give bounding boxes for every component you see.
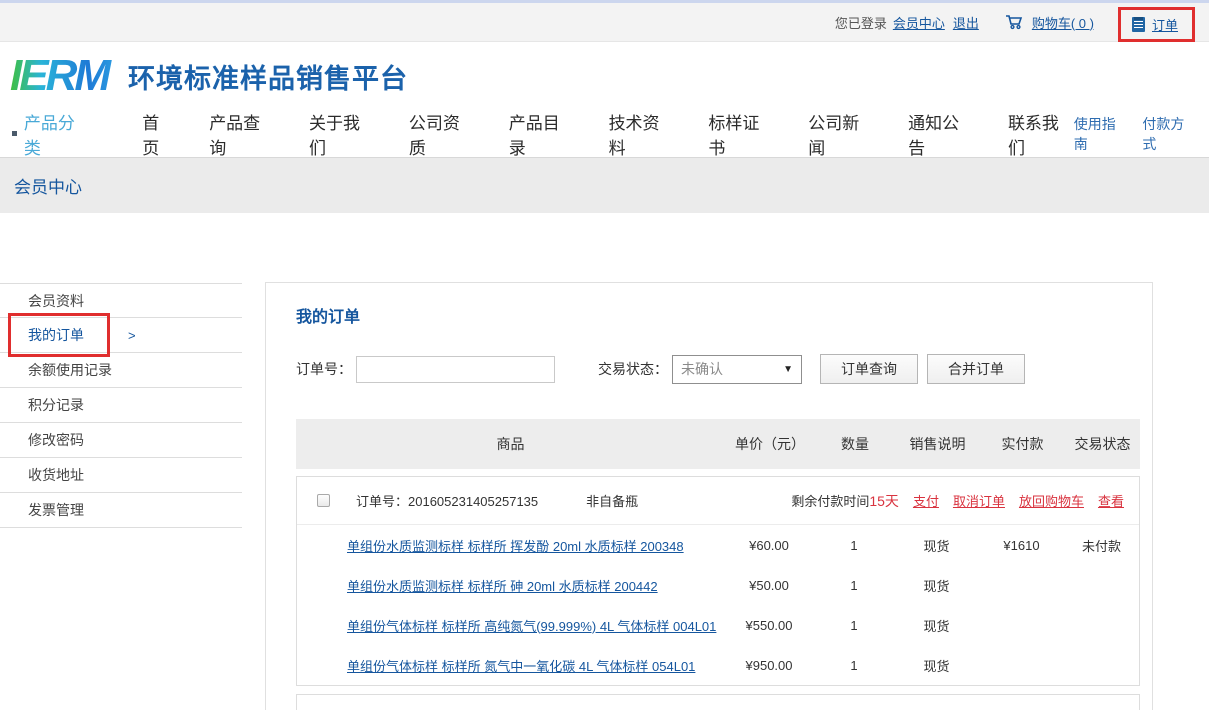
orders-highlight-box: 订单 — [1118, 7, 1195, 42]
product-link[interactable]: 单组份水质监测标样 标样所 砷 20ml 水质标样 200442 — [347, 579, 658, 594]
utility-bar: 您已登录 会员中心 退出 购物车( 0 ) 订单 — [0, 3, 1209, 42]
view-order-link[interactable]: 查看 — [1098, 491, 1124, 510]
site-logo[interactable]: IERM — [10, 54, 114, 98]
order-table-header: 商品 单价（元） 数量 销售说明 实付款 交易状态 — [296, 419, 1140, 469]
order-no-label: 订单号： — [296, 359, 352, 379]
col-trade-status: 交易状态 — [1065, 434, 1140, 454]
breadcrumb-band: 会员中心 — [0, 157, 1209, 213]
item-sales-note: 现货 — [894, 656, 979, 675]
order-search-button[interactable]: 订单查询 — [820, 354, 918, 384]
product-link[interactable]: 单组份气体标样 标样所 高纯氮气(99.999%) 4L 气体标样 004L01 — [347, 619, 716, 634]
item-qty: 1 — [814, 578, 894, 593]
nav-item-product-catalog[interactable]: 产品目录 — [509, 109, 575, 159]
site-header: IERM 环境标准样品销售平台 — [0, 42, 1209, 110]
member-center-link[interactable]: 会员中心 — [893, 13, 945, 32]
logout-link[interactable]: 退出 — [953, 13, 979, 32]
nav-item-home[interactable]: 首页 — [142, 109, 175, 159]
order-header-row: 订单号：201605231405257135 非自备瓶 剩余付款时间15天 支付… — [297, 477, 1139, 525]
item-price: ¥550.00 — [724, 618, 814, 633]
order-no-input[interactable] — [356, 356, 555, 383]
col-paid-amount: 实付款 — [980, 434, 1065, 454]
order-item-row: 单组份水质监测标样 标样所 砷 20ml 水质标样 200442 ¥50.00 … — [297, 565, 1139, 605]
nav-item-company-news[interactable]: 公司新闻 — [808, 109, 874, 159]
item-status: 未付款 — [1064, 536, 1139, 555]
item-qty: 1 — [814, 658, 894, 673]
item-qty: 1 — [814, 618, 894, 633]
nav-item-technical-docs[interactable]: 技术资料 — [609, 109, 675, 159]
order-block: 订单号：201605171217098691 非自备瓶 查看 — [296, 694, 1140, 710]
order-item-row: 单组份气体标样 标样所 氮气中一氧化碳 4L 气体标样 054L01 ¥950.… — [297, 645, 1139, 685]
merge-orders-button[interactable]: 合并订单 — [927, 354, 1025, 384]
order-checkbox[interactable] — [317, 494, 330, 507]
item-sales-note: 现货 — [894, 536, 979, 555]
item-price: ¥50.00 — [724, 578, 814, 593]
item-sales-note: 现货 — [894, 576, 979, 595]
order-number: 订单号：201605231405257135 — [356, 491, 538, 510]
remaining-days: 15天 — [869, 493, 899, 509]
login-status-text: 您已登录 — [835, 13, 887, 32]
cart-link[interactable]: 购物车( 0 ) — [1032, 13, 1094, 32]
nav-item-announcements[interactable]: 通知公告 — [908, 109, 974, 159]
sidebar-item-points-history[interactable]: 积分记录 — [0, 388, 242, 423]
sidebar-item-balance-history[interactable]: 余额使用记录 — [0, 353, 242, 388]
bottle-type: 非自备瓶 — [586, 491, 638, 510]
page-title: 我的订单 — [296, 303, 1140, 327]
nav-product-categories[interactable]: 产品分类 — [12, 109, 90, 159]
nav-item-sample-certificates[interactable]: 标样证书 — [708, 109, 774, 159]
nav-item-about-us[interactable]: 关于我们 — [309, 109, 375, 159]
item-paid: ¥1610 — [979, 538, 1064, 553]
product-link[interactable]: 单组份气体标样 标样所 氮气中一氧化碳 4L 气体标样 054L01 — [347, 659, 695, 674]
main-nav: 产品分类 首页 产品查询 关于我们 公司资质 产品目录 技术资料 标样证书 公司… — [0, 110, 1209, 157]
chevron-right-icon: > — [128, 318, 136, 353]
order-item-row: 单组份水质监测标样 标样所 挥发酚 20ml 水质标样 200348 ¥60.0… — [297, 525, 1139, 565]
sidebar-item-my-orders[interactable]: 我的订单 > — [0, 318, 242, 353]
order-header-row: 订单号：201605171217098691 非自备瓶 查看 — [297, 695, 1139, 710]
product-link[interactable]: 单组份水质监测标样 标样所 挥发酚 20ml 水质标样 200348 — [347, 539, 684, 554]
nav-item-contact-us[interactable]: 联系我们 — [1008, 109, 1074, 159]
item-price: ¥950.00 — [724, 658, 814, 673]
my-orders-panel: 我的订单 订单号： 交易状态： 未确认 ▼ 订单查询 合并订单 商品 单价（元）… — [265, 282, 1153, 710]
chevron-down-icon: ▼ — [783, 364, 793, 375]
remaining-payment-time: 剩余付款时间15天 — [791, 491, 899, 511]
item-sales-note: 现货 — [894, 616, 979, 635]
user-guide-link[interactable]: 使用指南 — [1074, 114, 1129, 154]
member-sidebar: 会员资料 我的订单 > 余额使用记录 积分记录 修改密码 收货地址 发票管理 — [0, 283, 242, 528]
trade-status-label: 交易状态： — [598, 359, 668, 379]
sidebar-item-member-profile[interactable]: 会员资料 — [0, 283, 242, 318]
trade-status-select[interactable]: 未确认 ▼ — [672, 355, 802, 384]
payment-methods-link[interactable]: 付款方式 — [1142, 114, 1197, 154]
page-content: 会员资料 我的订单 > 余额使用记录 积分记录 修改密码 收货地址 发票管理 我… — [0, 213, 1209, 710]
cancel-order-link[interactable]: 取消订单 — [953, 491, 1005, 510]
return-to-cart-link[interactable]: 放回购物车 — [1019, 491, 1084, 510]
order-block: 订单号：201605231405257135 非自备瓶 剩余付款时间15天 支付… — [296, 476, 1140, 686]
sidebar-item-change-password[interactable]: 修改密码 — [0, 423, 242, 458]
col-sales-note: 销售说明 — [895, 434, 980, 454]
sidebar-item-shipping-address[interactable]: 收货地址 — [0, 458, 242, 493]
col-unit-price: 单价（元） — [725, 434, 815, 454]
col-quantity: 数量 — [815, 434, 895, 454]
site-title: 环境标准样品销售平台 — [128, 57, 408, 96]
pay-link[interactable]: 支付 — [913, 491, 939, 510]
order-item-row: 单组份气体标样 标样所 高纯氮气(99.999%) 4L 气体标样 004L01… — [297, 605, 1139, 645]
orders-icon — [1132, 17, 1145, 32]
bullet-icon — [12, 131, 17, 136]
nav-item-product-search[interactable]: 产品查询 — [209, 109, 275, 159]
cart-icon — [1005, 14, 1024, 30]
col-product: 商品 — [296, 434, 725, 454]
nav-item-company-qualification[interactable]: 公司资质 — [409, 109, 475, 159]
item-price: ¥60.00 — [724, 538, 814, 553]
sidebar-item-invoice-management[interactable]: 发票管理 — [0, 493, 242, 528]
breadcrumb: 会员中心 — [14, 173, 82, 198]
orders-link[interactable]: 订单 — [1152, 15, 1178, 34]
order-filter-bar: 订单号： 交易状态： 未确认 ▼ 订单查询 合并订单 — [296, 354, 1140, 384]
item-qty: 1 — [814, 538, 894, 553]
